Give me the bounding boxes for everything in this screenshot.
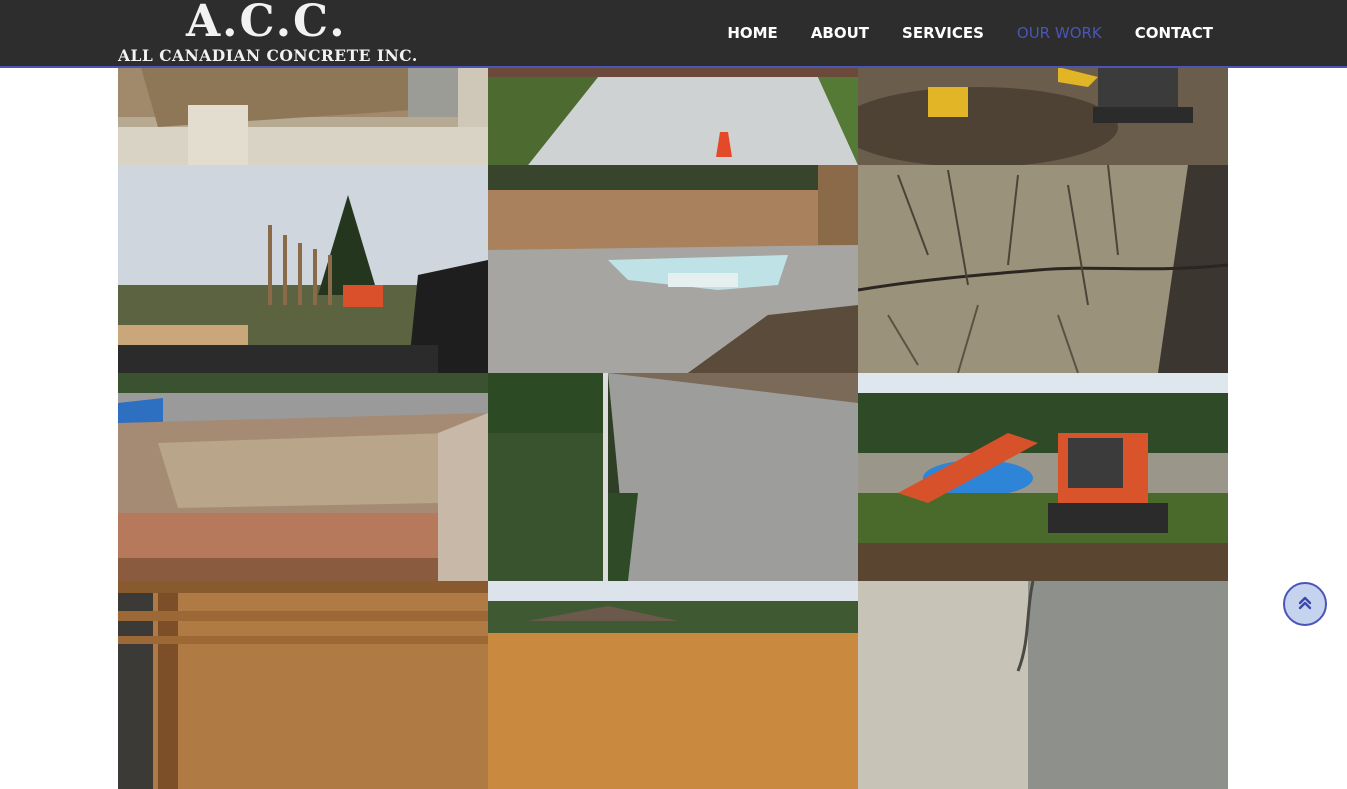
nav-services[interactable]: SERVICES — [902, 24, 984, 42]
gallery-photo-stamped-pool-deck[interactable] — [488, 165, 858, 373]
main-nav: HOME ABOUT SERVICES OUR WORK CONTACT — [694, 24, 1213, 42]
nav-our-work[interactable]: OUR WORK — [1017, 24, 1102, 42]
double-chevron-up-icon — [1297, 595, 1313, 614]
navbar: A.C.C. ALL CANADIAN CONCRETE INC. HOME A… — [0, 0, 1347, 68]
logo-mark: A.C.C. — [186, 0, 347, 47]
nav-about[interactable]: ABOUT — [811, 24, 869, 42]
gallery-photo-wood-framing[interactable] — [118, 581, 488, 789]
gallery-photo-concrete-crack-closeup[interactable] — [858, 581, 1228, 789]
site-logo[interactable]: A.C.C. ALL CANADIAN CONCRETE INC. — [118, 0, 417, 66]
gallery-photo-stamped-wall[interactable] — [488, 373, 858, 581]
nav-contact[interactable]: CONTACT — [1135, 24, 1213, 42]
gallery-photo-orange-excavator[interactable] — [858, 373, 1228, 581]
gallery-photo-backyard-fence[interactable] — [488, 581, 858, 789]
gallery-photo-wood-forms[interactable] — [118, 373, 488, 581]
gallery-photo-fence-posts-site[interactable] — [118, 165, 488, 373]
scroll-to-top-button[interactable] — [1283, 582, 1327, 626]
logo-company-name: ALL CANADIAN CONCRETE INC. — [118, 46, 418, 65]
gallery-photo-cracked-concrete[interactable] — [858, 165, 1228, 373]
nav-home[interactable]: HOME — [727, 24, 777, 42]
